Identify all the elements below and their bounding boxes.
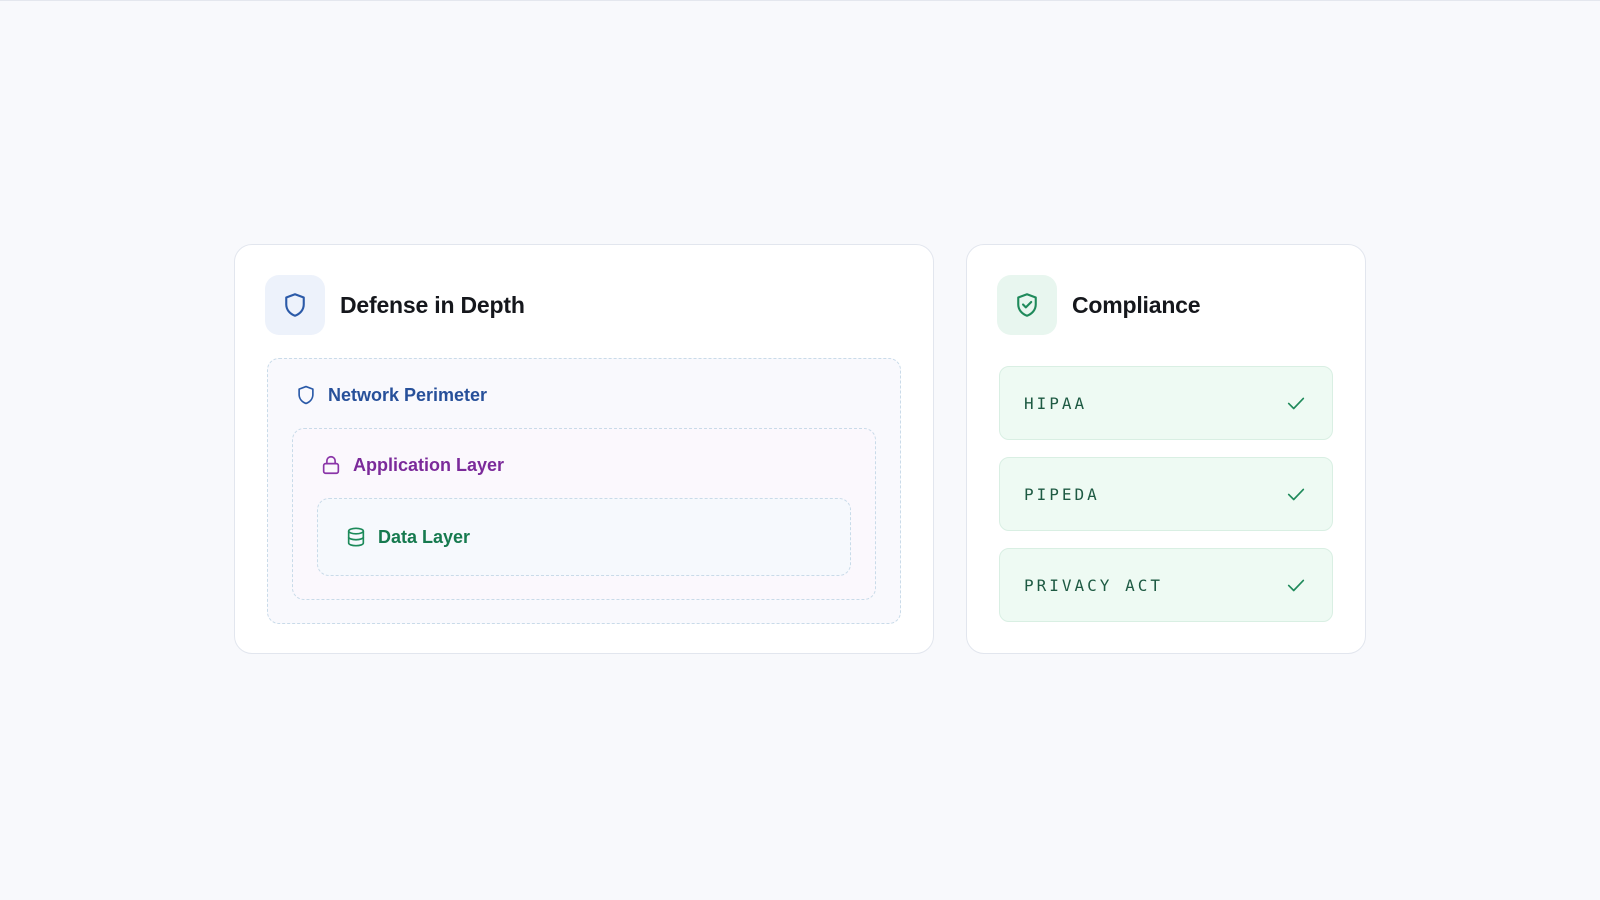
data-layer: Data Layer xyxy=(317,498,851,576)
data-layer-label: Data Layer xyxy=(378,526,471,547)
application-layer-label: Application Layer xyxy=(353,454,505,475)
defense-in-depth-card: Defense in Depth Network Perimeter Appli… xyxy=(234,244,934,654)
data-layer-header: Data Layer xyxy=(344,525,470,549)
compliance-item-hipaa: HIPAA xyxy=(999,366,1333,440)
shield-icon xyxy=(294,383,318,407)
defense-card-title: Defense in Depth xyxy=(340,291,525,318)
compliance-card-header: Compliance xyxy=(997,275,1201,335)
compliance-card: Compliance HIPAA PIPEDA PRIVACY ACT xyxy=(966,244,1366,654)
check-icon xyxy=(1284,482,1308,506)
compliance-item-label: PRIVACY ACT xyxy=(1024,575,1163,595)
compliance-item-privacy-act: PRIVACY ACT xyxy=(999,548,1333,622)
database-icon xyxy=(344,525,368,549)
defense-card-header: Defense in Depth xyxy=(265,275,525,335)
check-icon xyxy=(1284,391,1308,415)
compliance-item-label: PIPEDA xyxy=(1024,484,1100,504)
network-perimeter-header: Network Perimeter xyxy=(294,383,487,407)
shield-check-icon xyxy=(997,275,1057,335)
compliance-list: HIPAA PIPEDA PRIVACY ACT xyxy=(999,366,1333,639)
network-perimeter-layer: Network Perimeter Application Layer Data… xyxy=(267,358,901,624)
compliance-item-label: HIPAA xyxy=(1024,393,1088,413)
lock-icon xyxy=(319,453,343,477)
compliance-card-title: Compliance xyxy=(1072,291,1201,318)
check-icon xyxy=(1284,573,1308,597)
network-perimeter-label: Network Perimeter xyxy=(328,384,488,405)
shield-icon xyxy=(265,275,325,335)
compliance-item-pipeda: PIPEDA xyxy=(999,457,1333,531)
application-layer-header: Application Layer xyxy=(319,453,504,477)
top-divider xyxy=(0,0,1600,1)
application-layer: Application Layer Data Layer xyxy=(292,428,876,600)
